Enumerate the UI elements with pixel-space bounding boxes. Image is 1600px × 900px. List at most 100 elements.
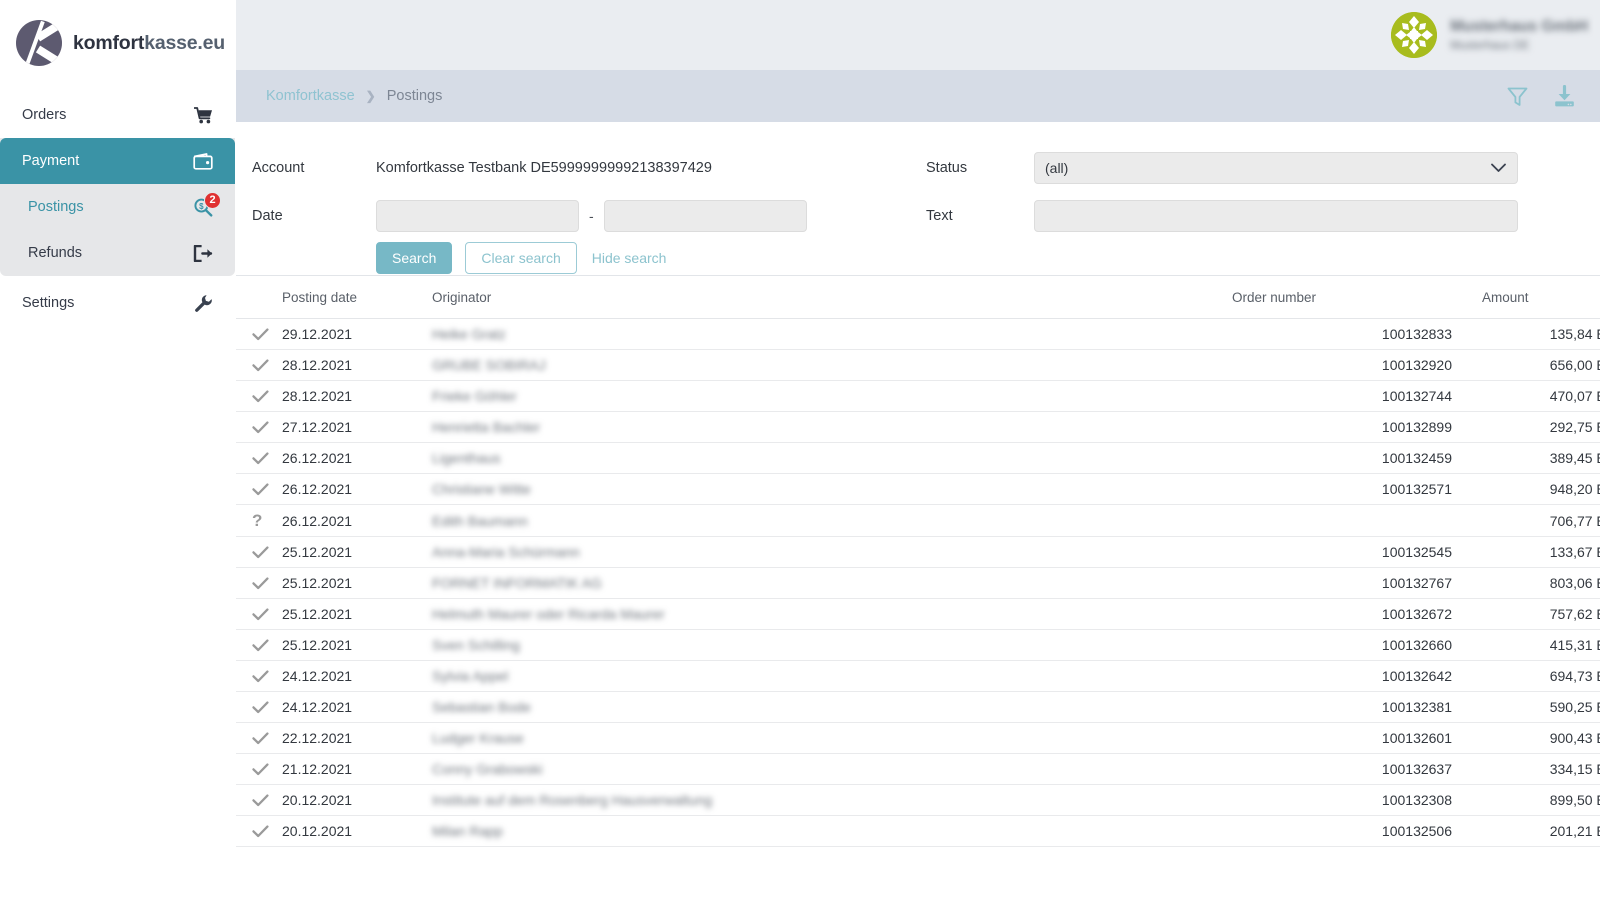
chevron-right-icon: ❯ — [365, 89, 376, 103]
table-row[interactable]: 20.12.2021Milan Rapp 100132506201,21 EUR — [236, 815, 1600, 847]
originator-redacted: Helmuth Maurer oder Ricarda Maurer — [432, 606, 665, 622]
status-cell: (all) — [1034, 144, 1518, 192]
cell-originator: Conny Grabowski — [432, 753, 1232, 785]
originator-redacted: Conny Grabowski — [432, 761, 543, 777]
main-area: Musterhaus GmbH Musterhaus DE Komfortkas… — [236, 0, 1600, 900]
search-actions: Search Clear search Hide search — [236, 242, 1600, 274]
cell-amount: 899,50 EUR — [1482, 784, 1600, 816]
brand-logo[interactable]: komfortkasse.eu — [0, 0, 235, 70]
cell-originator: Edith Baumann — [432, 504, 1232, 537]
cell-amount: 334,15 EUR — [1482, 753, 1600, 785]
date-label: Date — [252, 208, 283, 224]
col-originator[interactable]: Originator — [432, 276, 1232, 319]
originator-redacted: GRUBE SOBIRAJ — [432, 357, 546, 373]
cell-order-number: 100132660 — [1232, 629, 1482, 661]
status-select[interactable]: (all) — [1034, 152, 1518, 184]
cell-amount: 656,00 EUR — [1482, 349, 1600, 381]
table-row[interactable]: 25.12.2021 Helmuth Maurer oder Ricarda Ma… — [236, 598, 1600, 630]
cell-posting-date: 25.12.2021 — [282, 567, 432, 599]
date-from-input[interactable] — [376, 200, 579, 232]
search-button[interactable]: Search — [376, 242, 453, 274]
originator-redacted: Sebastian Bode — [432, 699, 531, 715]
table-row[interactable]: 26.12.2021Ligenthaus 100132459389,45 EUR — [236, 442, 1600, 474]
table-row[interactable]: 25.12.2021 FORNET INFORMATIK AG 100132767 8… — [236, 567, 1600, 599]
cell-amount: 389,45 EUR — [1482, 442, 1600, 474]
col-status — [236, 276, 282, 319]
sidebar-item-payment-label: Payment — [22, 152, 80, 169]
text-cell — [1034, 192, 1518, 240]
status-check-icon — [236, 629, 282, 661]
cell-order-number — [1232, 504, 1482, 537]
company-switcher[interactable]: Musterhaus GmbH Musterhaus DE — [1391, 12, 1600, 58]
hide-search-button[interactable]: Hide search — [590, 242, 669, 274]
brand-wordmark-part1: komfort — [73, 31, 145, 54]
date-to-input[interactable] — [603, 200, 807, 232]
cell-posting-date: 29.12.2021 — [282, 318, 432, 350]
cell-posting-date: 28.12.2021 — [282, 349, 432, 381]
sidebar-item-orders[interactable]: Orders — [0, 92, 235, 138]
cell-amount: 415,31 EUR — [1482, 629, 1600, 661]
wallet-icon — [191, 152, 215, 170]
status-check-icon — [236, 722, 282, 754]
cell-amount: 470,07 EUR — [1482, 380, 1600, 412]
cell-originator: Ludger Krause — [432, 722, 1232, 754]
table-row[interactable]: 26.12.2021 Christiane Witte 100132571 948,2… — [236, 473, 1600, 505]
cell-amount: 803,06 EUR — [1482, 567, 1600, 599]
table-row[interactable]: 28.12.2021Frieke Göhler 100132744470,07 E… — [236, 380, 1600, 412]
status-question-icon: ? — [236, 504, 282, 537]
table-row[interactable]: 25.12.2021 Anna-Maria Schürmann 100132545 1… — [236, 536, 1600, 568]
search-panel: Account Komfortkasse Testbank DE59999999… — [236, 122, 1600, 276]
clear-search-button[interactable]: Clear search — [465, 242, 577, 274]
table-row[interactable]: 24.12.2021 Sebastian Bode 100132381 590,25 … — [236, 691, 1600, 723]
cell-order-number: 100132744 — [1232, 380, 1482, 412]
cell-order-number: 100132833 — [1232, 318, 1482, 350]
cell-order-number: 100132637 — [1232, 753, 1482, 785]
originator-redacted: Anna-Maria Schürmann — [432, 544, 580, 560]
table-row[interactable]: 28.12.2021GRUBE SOBIRAJ 100132920656,00 E… — [236, 349, 1600, 381]
sidebar-item-settings[interactable]: Settings — [0, 280, 235, 326]
table-row[interactable]: 20.12.2021 Institute auf dem Rosenberg Ha… — [236, 784, 1600, 816]
table-row[interactable]: 25.12.2021 Sven Schilling 100132660 415,31 … — [236, 629, 1600, 661]
cell-originator: Heike Gratz — [432, 318, 1232, 350]
cell-amount: 201,21 EUR — [1482, 815, 1600, 847]
company-subtitle: Musterhaus DE — [1450, 40, 1530, 52]
sidebar-item-refunds[interactable]: Refunds — [0, 230, 235, 276]
sidebar-item-postings-label: Postings — [28, 198, 84, 215]
breadcrumb-root[interactable]: Komfortkasse — [266, 88, 355, 104]
cell-posting-date: 21.12.2021 — [282, 753, 432, 785]
col-order-number[interactable]: Order number — [1232, 276, 1482, 319]
cell-originator: Frieke Göhler — [432, 380, 1232, 412]
date-range-separator: - — [589, 208, 594, 224]
cell-order-number: 100132381 — [1232, 691, 1482, 723]
sidebar-item-postings[interactable]: Postings $ 2 — [0, 184, 235, 230]
cell-posting-date: 24.12.2021 — [282, 691, 432, 723]
table-row[interactable]: 29.12.2021Heike Gratz 100132833135,84 EUR — [236, 318, 1600, 350]
text-input[interactable] — [1034, 200, 1518, 232]
svg-text:$: $ — [199, 202, 204, 211]
status-check-icon — [236, 536, 282, 568]
cell-amount: 292,75 EUR — [1482, 411, 1600, 443]
table-body: 29.12.2021Heike Gratz 100132833135,84 EUR… — [236, 318, 1600, 847]
table-row[interactable]: ?26.12.2021Edith Baumann 706,77 EUR — [236, 504, 1600, 537]
table-row[interactable]: 27.12.2021 Henrietta Bachler 100132899 292,… — [236, 411, 1600, 443]
status-check-icon — [236, 411, 282, 443]
topbar: Musterhaus GmbH Musterhaus DE — [236, 0, 1600, 70]
cell-posting-date: 20.12.2021 — [282, 784, 432, 816]
table-row[interactable]: 22.12.2021Ludger Krause 100132601900,43 E… — [236, 722, 1600, 754]
table-row[interactable]: 24.12.2021Sylvia Appel 100132642694,73 EU… — [236, 660, 1600, 692]
col-amount[interactable]: Amount — [1482, 276, 1600, 319]
table-footer-band — [236, 865, 1600, 900]
cell-order-number: 100132571 — [1232, 473, 1482, 505]
breadcrumb-actions: ? — [1506, 84, 1600, 108]
filter-icon[interactable] — [1506, 85, 1529, 108]
status-check-icon — [236, 691, 282, 723]
col-posting-date[interactable]: Posting date — [282, 276, 432, 319]
sidebar: komfortkasse.eu Orders Payment Postings … — [0, 0, 236, 900]
table-head: Posting date Originator Order number Amo… — [236, 276, 1600, 319]
table-row[interactable]: 21.12.2021 Conny Grabowski 100132637 334,15… — [236, 753, 1600, 785]
download-icon[interactable] — [1552, 84, 1577, 108]
breadcrumb-current: Postings — [386, 88, 443, 104]
cell-amount: 133,67 EUR — [1482, 536, 1600, 568]
sidebar-item-payment[interactable]: Payment — [0, 138, 235, 184]
originator-redacted: Sylvia Appel — [432, 668, 509, 684]
